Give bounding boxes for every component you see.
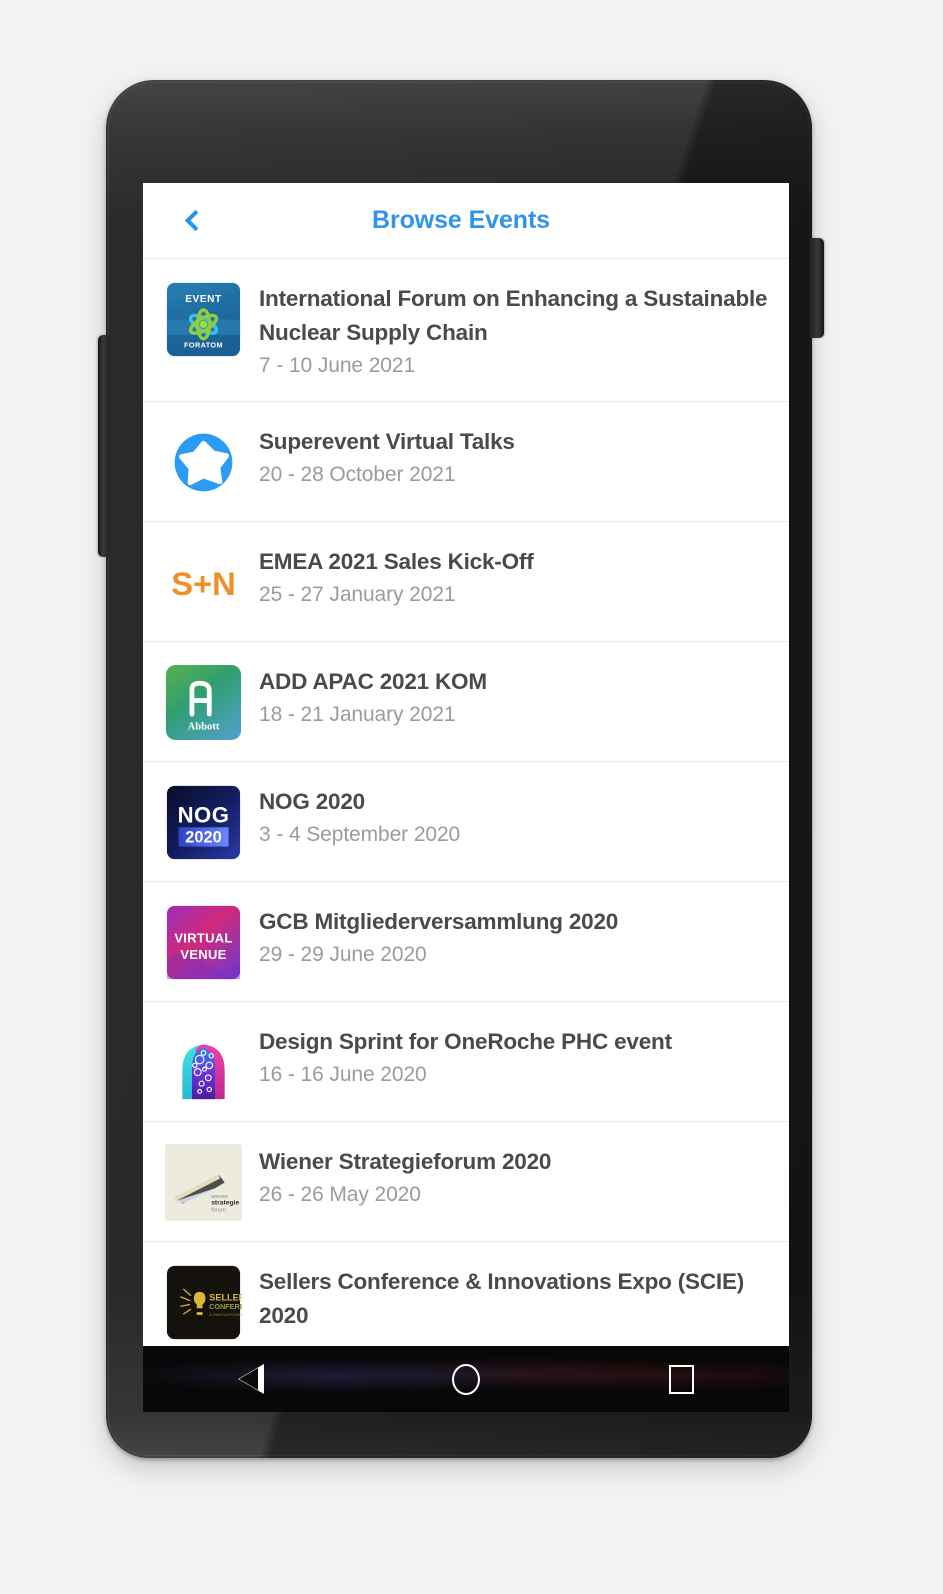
event-date: 29 - 29 June 2020 [259,942,427,966]
list-item[interactable]: Abbott ADD APAC 2021 KOM 18 - 21 January… [143,640,789,761]
list-item[interactable]: Design Sprint for OneRoche PHC event 16 … [143,1000,789,1121]
svg-text:CONFERENCE: CONFERENCE [209,1302,242,1311]
nav-home-button[interactable] [416,1346,516,1412]
home-circle-icon [451,1363,480,1395]
list-item[interactable]: wiener strategie forum Wiener Strategief… [143,1120,789,1241]
back-triangle-inner [238,1368,258,1390]
list-item[interactable]: EVENT FORATOM International Forum on Enh… [143,258,789,401]
event-title: Sellers Conference & Innovations Expo (S… [259,1268,745,1328]
svg-text:FORATOM: FORATOM [184,340,223,349]
back-button[interactable] [165,193,221,249]
event-date: 18 - 21 January 2021 [259,702,456,726]
chevron-left-icon [184,209,207,232]
superevent-star-logo-icon [165,423,242,501]
svg-text:& INNOVATIONS EXPO: & INNOVATIONS EXPO [209,1312,242,1317]
list-item-text: International Forum on Enhancing a Susta… [259,281,771,381]
wiener-strategieforum-logo-icon: wiener strategie forum [165,1143,242,1221]
svg-text:EVENT: EVENT [185,294,222,305]
svg-text:strategie: strategie [211,1200,239,1207]
event-title: Design Sprint for OneRoche PHC event [259,1028,672,1054]
event-date: 25 - 27 January 2021 [259,582,456,606]
list-item-text: ADD APAC 2021 KOM 18 - 21 January 2021 [259,664,771,730]
svg-text:VIRTUAL: VIRTUAL [174,930,232,945]
list-item-text: Sellers Conference & Innovations Expo (S… [259,1264,771,1334]
page-title: Browse Events [372,206,550,234]
power-button[interactable] [810,238,824,338]
sellers-conference-logo-icon: SELLERS CONFERENCE & INNOVATIONS EXPO [165,1263,242,1341]
virtual-venue-logo-icon: VIRTUAL VENUE [165,903,242,981]
list-item[interactable]: VIRTUAL VENUE GCB Mitgliederversammlung … [143,880,789,1001]
list-item-text: Wiener Strategieforum 2020 26 - 26 May 2… [259,1144,771,1210]
event-date: 3 - 4 September 2020 [259,822,461,846]
event-title: Wiener Strategieforum 2020 [259,1148,552,1174]
svg-text:S+N: S+N [171,565,236,602]
nav-back-button[interactable] [201,1346,301,1412]
volume-button[interactable] [98,335,109,557]
screenshot-stage: Browse Events EVENT FORATOM Internationa… [0,0,943,1594]
event-date: 7 - 10 June 2021 [259,353,416,377]
android-navigation-bar [143,1346,789,1412]
list-item[interactable]: Superevent Virtual Talks 20 - 28 October… [143,400,789,521]
list-item[interactable]: SELLERS CONFERENCE & INNOVATIONS EXPO Se… [143,1240,789,1346]
event-date: 26 - 26 May 2020 [259,1182,421,1206]
abbott-logo-icon: Abbott [165,663,242,741]
proximity-sensor-icon [791,217,800,226]
foratom-event-logo-icon: EVENT FORATOM [165,281,242,358]
nog-2020-logo-icon: NOG 2020 [165,783,242,861]
svg-text:forum: forum [211,1207,226,1213]
list-item-text: Superevent Virtual Talks 20 - 28 October… [259,424,771,490]
recents-square-icon [668,1364,694,1394]
smith-nephew-logo-icon: S+N [165,543,242,621]
event-title: NOG 2020 [259,788,365,814]
event-list: EVENT FORATOM International Forum on Enh… [143,258,789,1346]
event-title: ADD APAC 2021 KOM [259,668,487,694]
app-header: Browse Events [143,183,789,258]
event-title: GCB Mitgliederversammlung 2020 [259,908,619,934]
list-item[interactable]: NOG 2020 NOG 2020 3 - 4 September 2020 [143,760,789,881]
svg-text:VENUE: VENUE [180,947,226,962]
dual-head-gears-logo-icon [165,1023,242,1101]
list-item-text: GCB Mitgliederversammlung 2020 29 - 29 J… [259,904,771,970]
event-title: Superevent Virtual Talks [259,428,515,454]
phone-screen: Browse Events EVENT FORATOM Internationa… [143,183,789,1346]
list-item-text: NOG 2020 3 - 4 September 2020 [259,784,771,850]
svg-text:NOG: NOG [178,802,230,827]
list-item-text: EMEA 2021 Sales Kick-Off 25 - 27 January… [259,544,771,610]
event-date: 20 - 28 October 2021 [259,462,456,486]
event-title: EMEA 2021 Sales Kick-Off [259,548,534,574]
svg-text:2020: 2020 [185,829,221,847]
list-item-text: Design Sprint for OneRoche PHC event 16 … [259,1024,771,1090]
list-item[interactable]: S+N EMEA 2021 Sales Kick-Off 25 - 27 Jan… [143,520,789,641]
svg-text:Abbott: Abbott [188,721,220,732]
nav-recents-button[interactable] [631,1346,731,1412]
event-title: International Forum on Enhancing a Susta… [259,286,768,345]
svg-text:SELLERS: SELLERS [209,1293,242,1303]
event-date: 16 - 16 June 2020 [259,1062,427,1086]
